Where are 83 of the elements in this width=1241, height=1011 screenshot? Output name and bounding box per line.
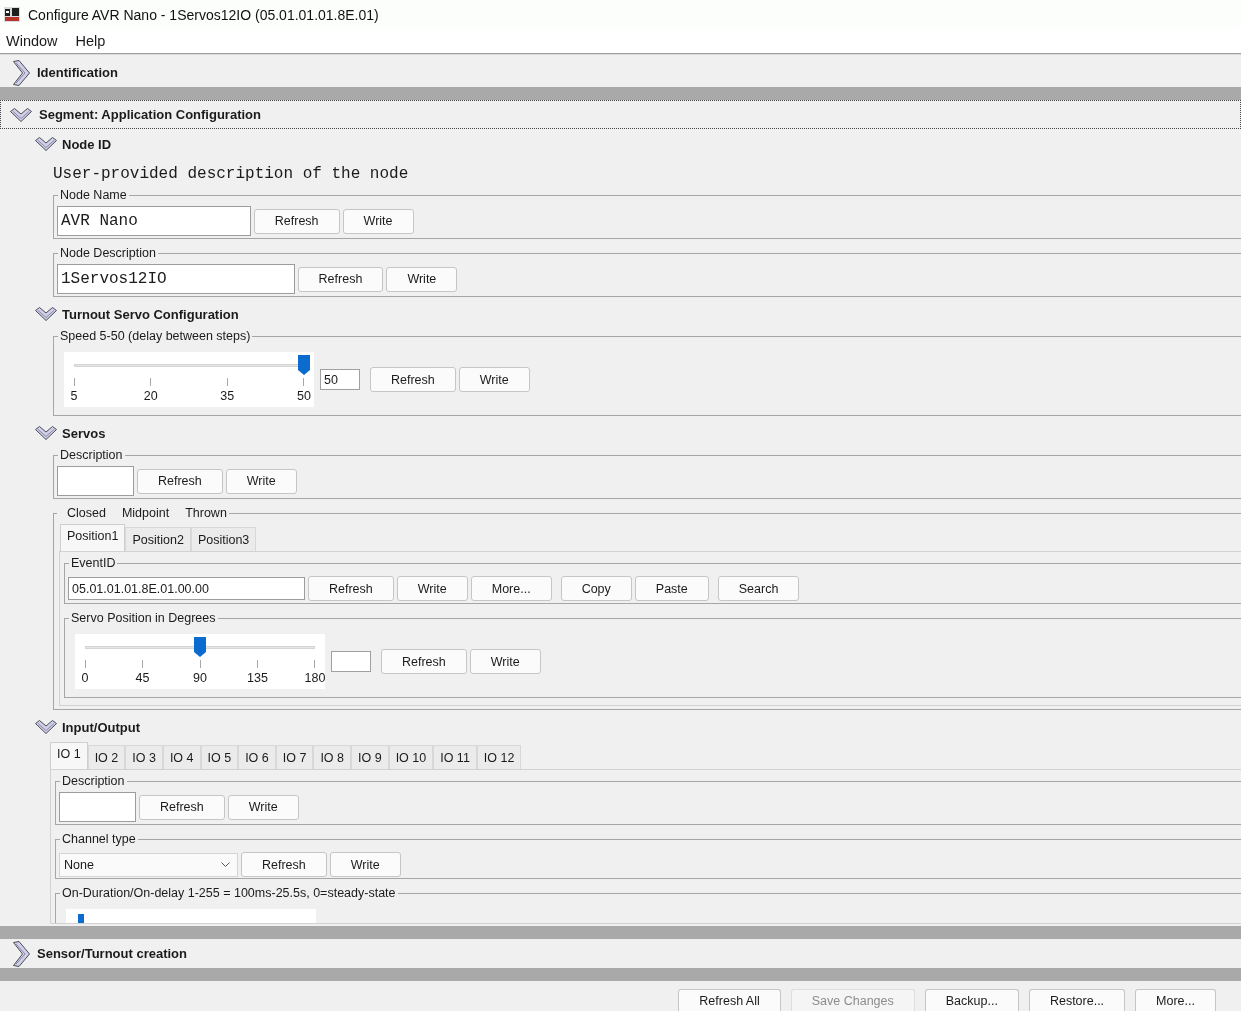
tab[interactable]: Position3 [190, 527, 257, 551]
tab[interactable]: IO 7 [275, 745, 314, 769]
text-field[interactable]: AVR Nano [57, 206, 251, 236]
event-id-field[interactable]: 05.01.01.01.8E.01.00.00 [68, 577, 305, 600]
action-button[interactable]: Search [717, 576, 800, 601]
tick-label: 20 [142, 389, 159, 403]
tick-label: 45 [134, 671, 151, 685]
tick-label: 50 [296, 389, 312, 403]
tab[interactable]: Position2 [125, 527, 191, 551]
section-header[interactable]: Segment: Application Configuration [0, 100, 1241, 129]
tab[interactable]: IO 5 [200, 745, 239, 769]
field-label: On-Duration/On-delay 1-255 = 100ms-25.5s, 0=steady-state [62, 886, 396, 900]
action-button[interactable]: Refresh [139, 794, 225, 820]
text-field[interactable] [57, 466, 134, 496]
field-label: Description [62, 774, 125, 788]
slider-thumb[interactable] [194, 637, 206, 657]
tick-label: 0 [80, 671, 90, 685]
field-label: Node Name [60, 188, 127, 202]
action-button[interactable]: Write [469, 649, 541, 674]
tab[interactable]: IO 3 [125, 745, 163, 769]
field-label: Description [60, 448, 123, 462]
group-header[interactable]: Input/Output [35, 717, 140, 737]
tab[interactable]: IO 10 [388, 745, 434, 769]
dropdown[interactable]: None [59, 852, 238, 877]
tab[interactable]: IO 2 [87, 745, 126, 769]
action-button[interactable]: Write [458, 367, 530, 392]
action-button[interactable]: Copy [560, 576, 632, 601]
tick-label: 5 [69, 389, 79, 403]
group-header[interactable]: Servos [35, 423, 106, 443]
tab[interactable]: IO 12 [476, 745, 522, 769]
value-field[interactable]: 50 [320, 369, 360, 390]
action-button[interactable]: Write [227, 794, 299, 820]
group-header[interactable]: Node ID [35, 134, 112, 154]
slider-thumb[interactable] [298, 355, 310, 375]
action-button[interactable]: Refresh [253, 208, 340, 234]
field-label: Channel type [62, 832, 136, 846]
field-label: Servo Position in Degrees [71, 611, 216, 625]
action-button[interactable]: Refresh [308, 576, 394, 601]
action-button[interactable]: Write [386, 266, 458, 292]
text-field[interactable] [59, 792, 136, 822]
legend-label: Midpoint [121, 506, 170, 520]
field-label: Speed 5-50 (delay between steps) [60, 329, 251, 343]
menu-item[interactable]: Help [75, 33, 106, 49]
action-button[interactable]: Write [342, 208, 414, 234]
footer-button[interactable]: Restore... [1028, 989, 1126, 1011]
window-title: Configure AVR Nano - 1Servos12IO (05.01.01.01.8E.01) [28, 6, 379, 23]
value-field[interactable] [331, 651, 371, 672]
tab[interactable]: Position1 [60, 524, 126, 551]
action-button[interactable]: Refresh [370, 367, 456, 392]
action-button[interactable]: Write [225, 468, 297, 494]
action-button[interactable]: Write [396, 576, 468, 601]
action-button[interactable]: Refresh [297, 266, 384, 292]
action-button[interactable]: Paste [634, 576, 709, 601]
action-button[interactable]: Write [329, 852, 401, 877]
tab[interactable]: IO 4 [162, 745, 201, 769]
section-header[interactable]: Sensor/Turnout creation [0, 939, 1241, 968]
app-icon [4, 7, 20, 22]
action-button[interactable]: Refresh [241, 852, 327, 877]
legend-label: Thrown [185, 506, 227, 520]
caret-icon [221, 862, 230, 867]
footer-button[interactable]: Backup... [924, 989, 1019, 1011]
tick-label: 135 [246, 671, 269, 685]
field-label: Node Description [60, 246, 156, 260]
tick-label: 90 [192, 671, 208, 685]
field-label: EventID [71, 556, 116, 570]
legend-label: Closed [67, 506, 106, 520]
tab[interactable]: IO 8 [313, 745, 351, 769]
tab[interactable]: IO 9 [351, 745, 389, 769]
tick-label: 180 [303, 671, 327, 685]
footer-button[interactable]: Refresh All [678, 989, 781, 1011]
action-button[interactable]: More... [470, 576, 552, 601]
section-header[interactable]: Identification [0, 58, 1241, 87]
footer-button[interactable]: More... [1135, 989, 1216, 1011]
text-field[interactable]: 1Servos12IO [57, 264, 295, 294]
group-description: User-provided description of the node [53, 165, 409, 183]
tick-label: 35 [219, 389, 236, 403]
tab[interactable]: IO 1 [50, 742, 88, 769]
group-header[interactable]: Turnout Servo Configuration [35, 304, 239, 324]
action-button[interactable]: Refresh [381, 649, 467, 674]
tab[interactable]: IO 6 [238, 745, 276, 769]
menu-item[interactable]: Window [6, 33, 58, 49]
action-button[interactable]: Refresh [137, 468, 223, 494]
tab[interactable]: IO 11 [433, 745, 477, 769]
